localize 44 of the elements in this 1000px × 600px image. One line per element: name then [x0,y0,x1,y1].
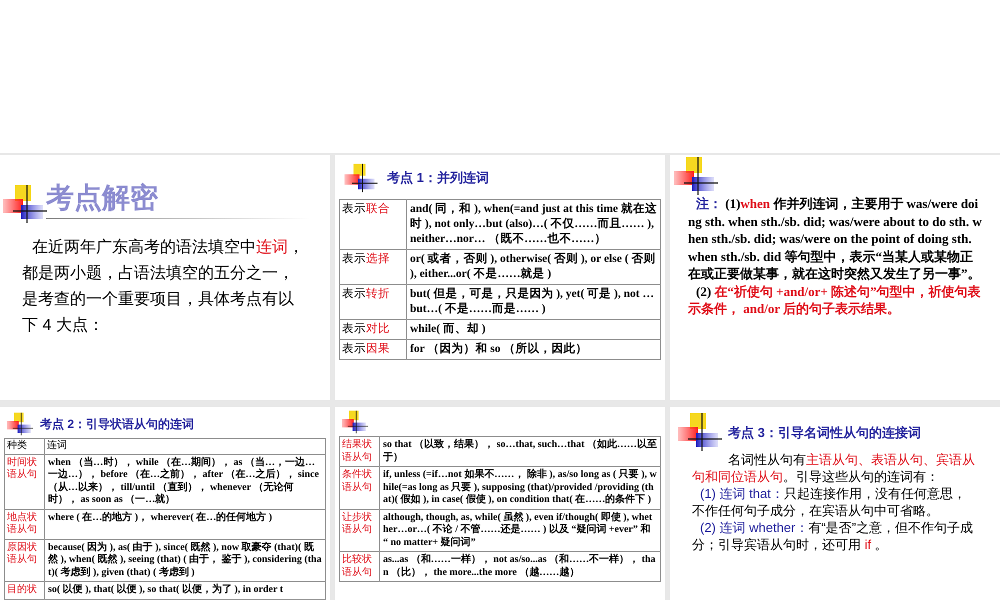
slide-paragraph: 在近两年广东高考的语法填空中连词，都是两小题，占语法填空的五分之一，是考查的一个重要项目，具体考点有以下 4 大点： [22,238,305,336]
table-cell: 让步状语从句 [340,509,380,552]
table-cell: 比较状语从句 [340,552,380,582]
slide-heading: 考点解密 [46,181,158,215]
table-cell: 表示选择 [340,250,406,284]
corner-ornament-icon [678,413,722,451]
corner-ornament-icon [344,164,378,192]
corner-ornament-icon [342,410,368,434]
table-cell: because( 因为 ), as( 由于 ), since( 既然 ), now 取豪夺 (that)( 既然 ), when( 既然 ), seeing (that) ( 由于， 鉴于 ), considering (that)( 考虑到 ), given (that) ( 考虑到 ) [44,539,326,582]
slide-paragraph: (1) 连词 that：只起连接作用，没有任何意思，不作任何句子成分，在宾语从句中可省略。 [692,485,967,519]
table-header-cell: 种类 [4,438,44,454]
table-cell: when （当…时）， while （在…期间）， as （当…，一边…一边…）， before （在…之前）， after （在…之后）， since （从…以来）， till/until （直到）， whenever （无论何时）， as soon as （一…就） [44,454,326,509]
table-cell: 时间状语从句 [4,454,44,509]
table-cell: 条件状语从句 [340,466,380,509]
slide-paragraph: 注： (1)when 作并列连词，主要用于 was/were doing sth. when sth./sb. did; was/were about to do sth. when sth./sb. did; was/were on the point of doing sth. when sth./sb. did 等句型中，表示“当某人或某物正在或正要做某事，就在这时突然又发生了另一事”。 [688,195,982,282]
slide-title: 考点 3：引导名词性从句的连接词 [728,424,921,440]
corner-ornament-icon [6,412,34,436]
table-cell: although, though, as, while( 虽然 ), even if/though( 即使 ), whether…or…( 不论 / 不管……还是…… ) 以及 “疑问词 +ever” 和 “ no matter+ 疑问词” [380,509,660,552]
table-cell: 目的状 [4,582,44,599]
table-cell: 表示转折 [340,284,406,320]
slide-title: 考点 1：并列连词 [387,169,489,188]
table-cell: 地点状语从句 [4,509,44,539]
table-cell: as...as （和……一样）， not as/so...as （和……不一样）， than （比）， the more...the more （越……越） [380,552,660,582]
table-cell: 表示因果 [340,340,406,360]
table-cell: 结果状语从句 [340,436,380,466]
table-cell: and( 同，和 ), when(=and just at this time 就在这时 ), not only…but (also)…( 不仅……而且…… ), neither…nor… （既不……也不……） [406,200,660,250]
table-cell: if, unless (=if…not 如果不……， 除非 ), as/so long as ( 只要 ), while(=as long as 只要 ), supposing (that)/provided /providing (that)( 假如 ), in case( 假使 ), on condition that( 在……的条件下 ) [380,466,660,509]
table-cell: 表示联合 [340,200,406,250]
table-cell: but( 但是，可是，只是因为 ), yet( 可是 ), not …but…( 不是……而是…… ) [406,284,660,320]
table-cell: or( 或者，否则 ), otherwise( 否则 ), or else ( 否则 ), either...or( 不是……就是 ) [406,250,660,284]
slide-paragraph: 名词性从句有主语从句、表语从句、宾语从句和同位语从句。引导这些从句的连词有： [692,451,976,485]
table-cell: where ( 在…的地方 )， wherever( 在…的任何地方 ) [44,509,326,539]
slide-title: 考点 2：引导状语从句的连词 [40,416,194,433]
slide-paragraph: (2) 连词 whether：有“是否”之意，但不作句子成分；引导宾语从句时，还可用 if 。 [692,519,974,553]
corner-ornament-icon [674,157,718,195]
table-cell: so( 以便 ), that( 以便 ), so that( 以便，为了 ), in order t [44,582,326,599]
table-header-cell: 连词 [44,438,326,454]
table-cell: 表示对比 [340,320,406,340]
corner-ornament-icon [3,185,47,223]
table-cell: while( 而、却 ) [406,320,660,340]
table-cell: 原因状语从句 [4,539,44,582]
table-cell: so that （以致，结果）， so…that, such…that （如此……以至于） [380,436,660,466]
table-cell: for （因为）和 so （所以，因此） [406,340,660,360]
slide-paragraph: (2) 在“祈使句 +and/or+ 陈述句”句型中，祈使句表示条件， and/or 后的句子表示结果。 [688,282,982,318]
